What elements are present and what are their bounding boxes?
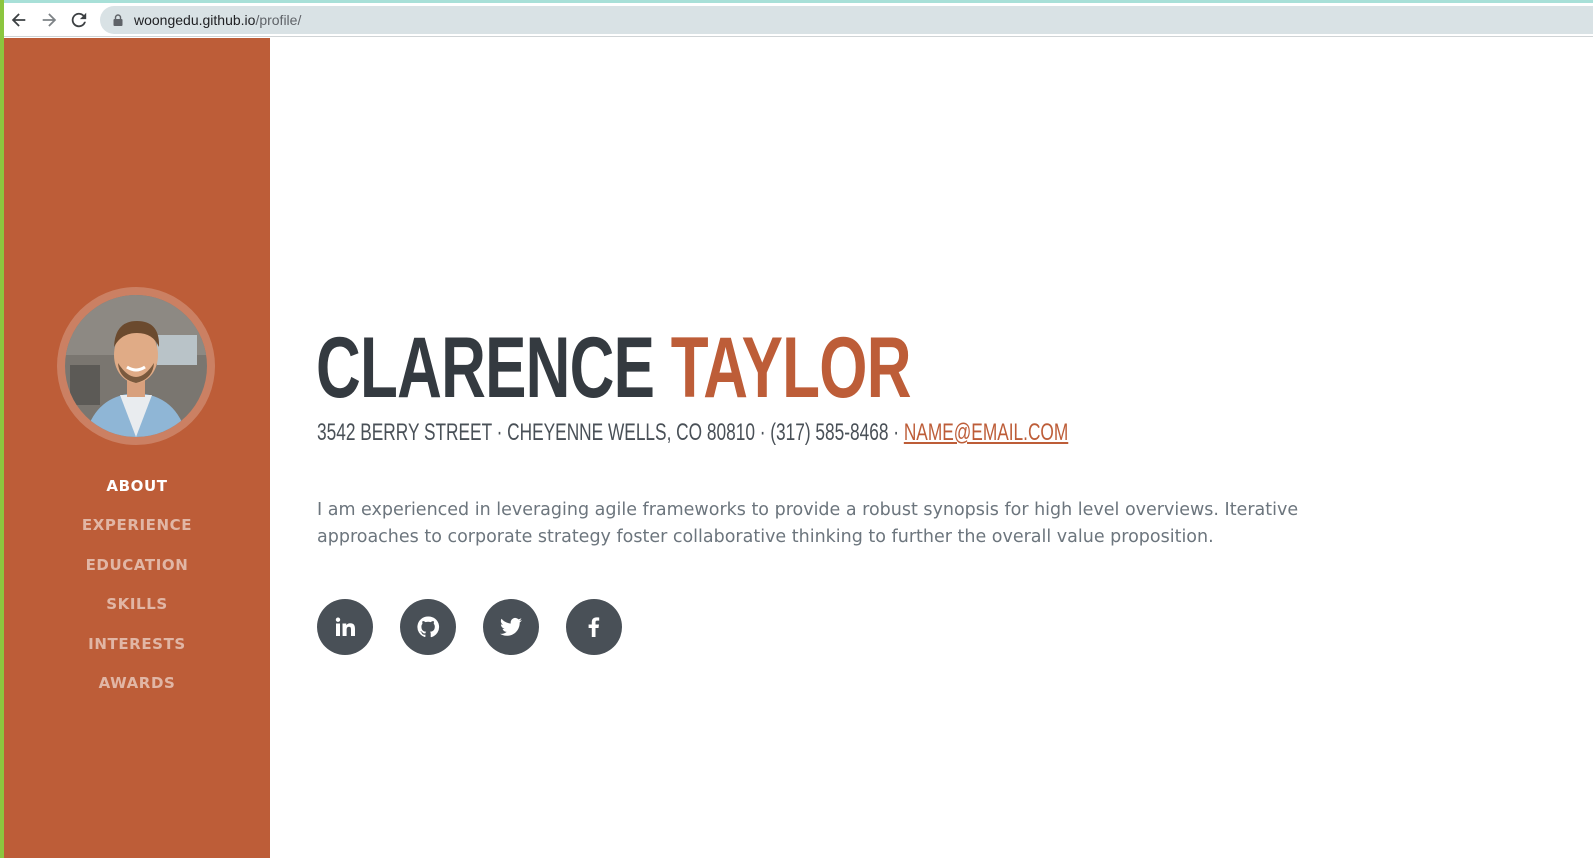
nav-item-education[interactable]: EDUCATION xyxy=(4,545,270,585)
email-link[interactable]: NAME@EMAIL.COM xyxy=(904,419,1068,446)
sidebar: ABOUT EXPERIENCE EDUCATION SKILLS INTERE… xyxy=(4,38,270,858)
avatar-frame xyxy=(57,287,215,445)
nav-item-interests[interactable]: INTERESTS xyxy=(4,624,270,664)
address-text: 3542 BERRY STREET · CHEYENNE WELLS, CO 8… xyxy=(317,419,904,446)
nav-item-skills[interactable]: SKILLS xyxy=(4,585,270,625)
social-icons xyxy=(317,599,649,655)
forward-arrow-icon[interactable] xyxy=(34,5,64,35)
avatar xyxy=(65,295,207,437)
facebook-button[interactable] xyxy=(566,599,622,655)
nav-item-awards[interactable]: AWARDS xyxy=(4,664,270,704)
github-icon xyxy=(417,616,440,638)
twitter-icon xyxy=(500,617,522,636)
linkedin-icon xyxy=(335,617,355,636)
url-host: woongedu.github.io xyxy=(134,11,256,28)
linkedin-button[interactable] xyxy=(317,599,373,655)
first-name: CLARENCE xyxy=(316,320,655,416)
contact-line: 3542 BERRY STREET · CHEYENNE WELLS, CO 8… xyxy=(317,419,1068,447)
lock-icon xyxy=(113,13,123,26)
address-bar[interactable]: woongedu.github.io/profile/ xyxy=(100,5,1593,34)
reload-icon[interactable] xyxy=(64,5,94,35)
url-path: /profile/ xyxy=(255,11,302,28)
page-title: CLARENCE TAYLOR xyxy=(316,323,911,413)
github-button[interactable] xyxy=(400,599,456,655)
back-arrow-icon[interactable] xyxy=(4,5,34,35)
twitter-button[interactable] xyxy=(483,599,539,655)
facebook-icon xyxy=(588,617,600,637)
last-name: TAYLOR xyxy=(670,320,912,416)
sidebar-nav: ABOUT EXPERIENCE EDUCATION SKILLS INTERE… xyxy=(4,466,270,703)
nav-item-about[interactable]: ABOUT xyxy=(4,466,270,506)
browser-toolbar: woongedu.github.io/profile/ xyxy=(4,3,1593,37)
nav-item-experience[interactable]: EXPERIENCE xyxy=(4,506,270,546)
bio-text: I am experienced in leveraging agile fra… xyxy=(317,500,1299,547)
about-section: CLARENCE TAYLOR 3542 BERRY STREET · CHEY… xyxy=(270,38,1593,858)
